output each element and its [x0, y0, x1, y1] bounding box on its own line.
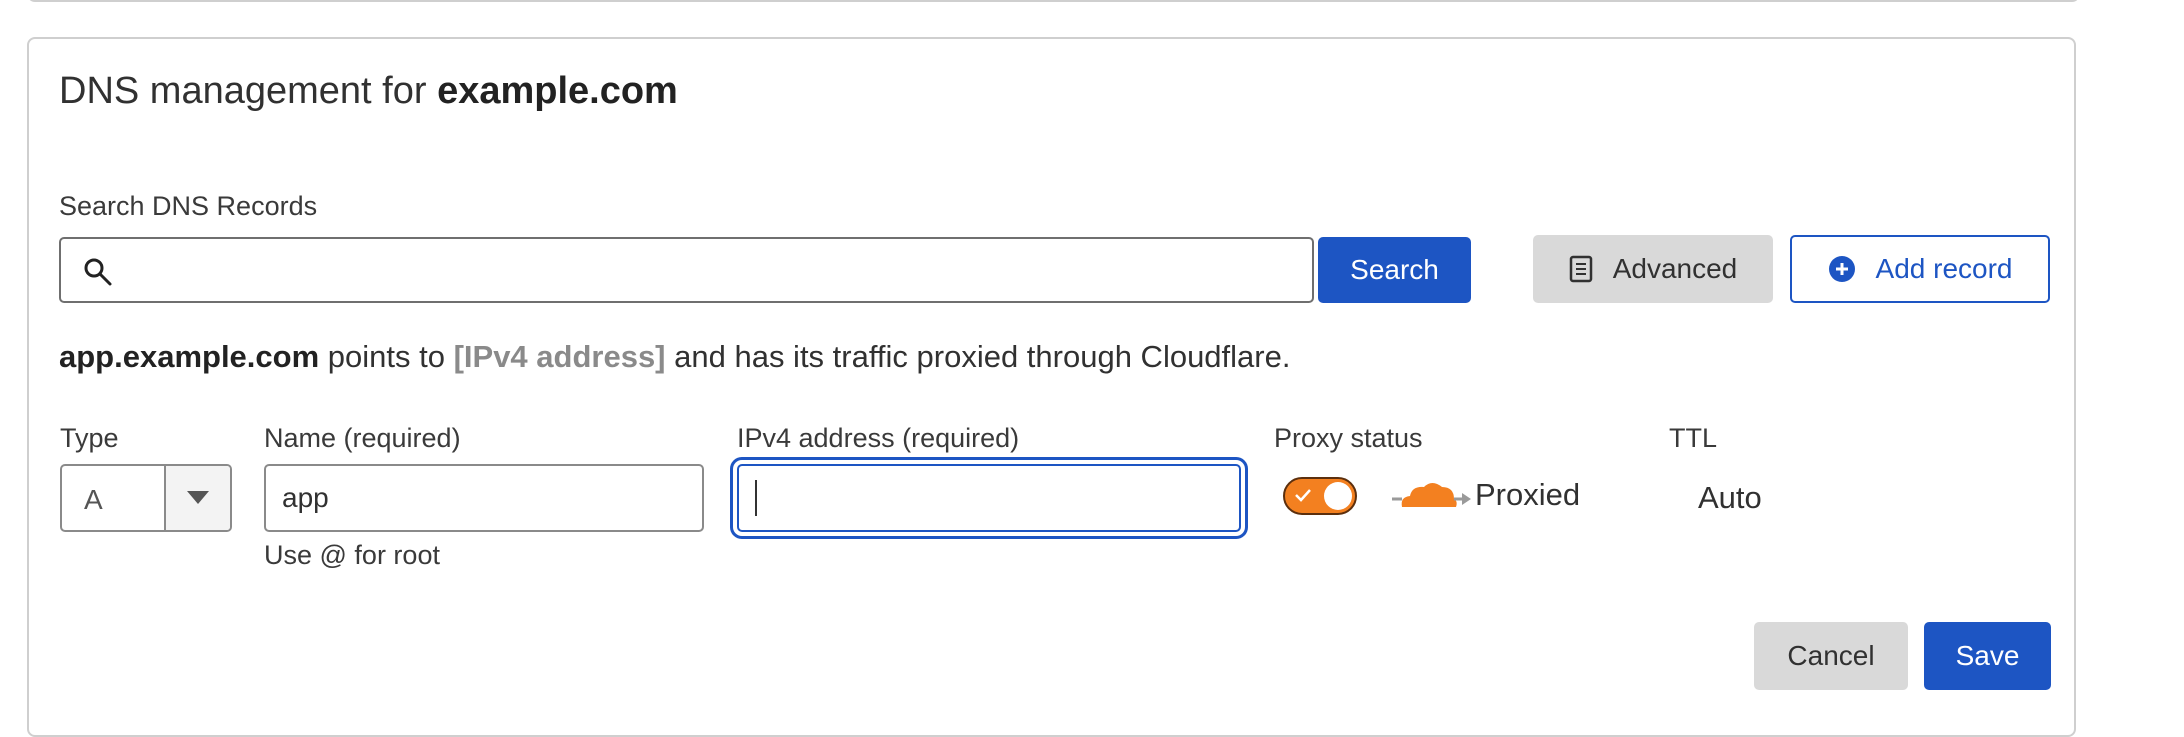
ttl-label: TTL: [1669, 423, 1718, 453]
ipv4-input[interactable]: [739, 466, 1239, 530]
proxy-status-label: Proxy status: [1274, 423, 1423, 453]
name-label: Name (required): [264, 423, 461, 453]
search-field[interactable]: [59, 237, 1314, 303]
plus-circle-icon: [1828, 255, 1856, 283]
title-domain: example.com: [437, 70, 678, 112]
add-record-label: Add record: [1875, 253, 2013, 284]
add-record-button[interactable]: Add record: [1790, 235, 2050, 303]
title-prefix: DNS management for: [59, 70, 438, 112]
name-input[interactable]: [266, 466, 702, 530]
summary-placeholder: [IPv4 address]: [453, 339, 666, 374]
search-button[interactable]: Search: [1318, 237, 1471, 303]
ipv4-label: IPv4 address (required): [737, 423, 1020, 453]
advanced-label: Advanced: [1612, 253, 1738, 284]
proxy-status-value: Proxied: [1475, 477, 1581, 512]
previous-card: [27, 0, 2080, 2]
save-button[interactable]: Save: [1924, 622, 2051, 690]
advanced-button[interactable]: Advanced: [1533, 235, 1773, 303]
cancel-label: Cancel: [1787, 640, 1875, 671]
proxy-toggle[interactable]: [1283, 477, 1357, 515]
search-icon: [83, 257, 113, 287]
toggle-knob: [1324, 482, 1352, 510]
text-caret: [755, 480, 757, 516]
chevron-down-icon: [187, 491, 209, 504]
search-input[interactable]: [131, 247, 1295, 295]
record-summary: app.example.com points to [IPv4 address]…: [59, 339, 1290, 375]
search-button-label: Search: [1350, 254, 1439, 285]
document-icon: [1569, 255, 1593, 283]
cancel-button[interactable]: Cancel: [1754, 622, 1908, 690]
type-select-value: A: [84, 484, 103, 515]
type-dropdown-toggle[interactable]: [164, 466, 230, 530]
summary-text: points to: [319, 339, 454, 374]
page-title: DNS management for example.com: [59, 70, 678, 113]
cloud-icon: [1392, 477, 1472, 518]
save-label: Save: [1955, 640, 2020, 671]
type-select[interactable]: A: [60, 464, 232, 532]
ipv4-field[interactable]: [737, 464, 1241, 532]
check-icon: [1295, 489, 1311, 502]
summary-rest: and has its traffic proxied through Clou…: [665, 339, 1291, 374]
name-hint: Use @ for root: [264, 540, 440, 570]
ttl-value: Auto: [1698, 480, 1762, 515]
type-label: Type: [60, 423, 119, 453]
name-field[interactable]: [264, 464, 704, 532]
summary-host: app.example.com: [59, 339, 320, 374]
search-label: Search DNS Records: [59, 191, 318, 221]
